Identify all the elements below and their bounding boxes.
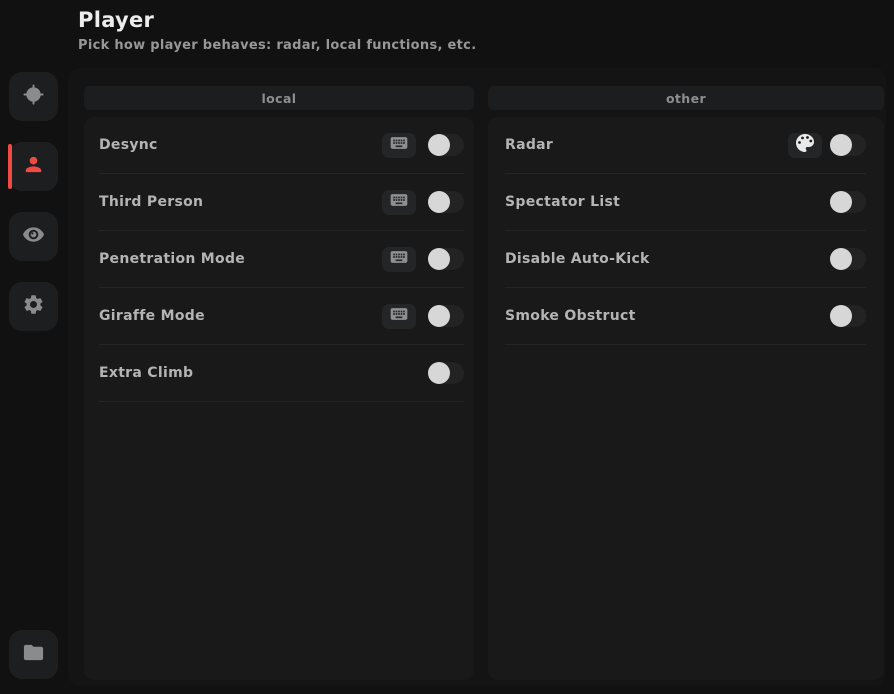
setting-label: Third Person <box>99 194 382 210</box>
toggle-knob <box>830 248 852 270</box>
crosshair-icon <box>22 83 45 110</box>
setting-label: Smoke Obstruct <box>505 308 830 324</box>
sidebar-item-visuals[interactable] <box>9 212 58 261</box>
toggle-knob <box>428 362 450 384</box>
folder-icon <box>22 641 45 668</box>
active-tab-indicator <box>8 144 12 189</box>
toggle-knob <box>830 134 852 156</box>
setting-label: Desync <box>99 137 382 153</box>
setting-label: Giraffe Mode <box>99 308 382 324</box>
keyboard-icon <box>389 304 409 328</box>
keyboard-icon <box>389 190 409 214</box>
setting-label: Extra Climb <box>99 365 428 381</box>
setting-row-extra-climb[interactable]: Extra Climb <box>99 345 464 402</box>
group-header-local: local <box>84 86 474 110</box>
setting-row-smoke-obstruct[interactable]: Smoke Obstruct <box>505 288 866 345</box>
setting-row-third-person[interactable]: Third Person <box>99 174 464 231</box>
sidebar <box>0 0 68 694</box>
page-subtitle: Pick how player behaves: radar, local fu… <box>78 38 476 53</box>
palette-icon <box>793 131 817 159</box>
keyboard-icon <box>389 133 409 157</box>
toggle-switch[interactable] <box>830 248 866 270</box>
toggle-knob <box>830 305 852 327</box>
color-picker-button[interactable] <box>788 133 822 158</box>
setting-row-spectator-list[interactable]: Spectator List <box>505 174 866 231</box>
setting-label: Spectator List <box>505 194 830 210</box>
toggle-switch[interactable] <box>428 305 464 327</box>
setting-label: Disable Auto-Kick <box>505 251 830 267</box>
toggle-knob <box>428 134 450 156</box>
toggle-switch[interactable] <box>428 134 464 156</box>
hotkey-button[interactable] <box>382 247 416 272</box>
gear-icon <box>22 293 45 320</box>
toggle-switch[interactable] <box>830 191 866 213</box>
group-header-other: other <box>488 86 884 110</box>
toggle-switch[interactable] <box>830 134 866 156</box>
toggle-knob <box>830 191 852 213</box>
setting-row-giraffe-mode[interactable]: Giraffe Mode <box>99 288 464 345</box>
person-icon <box>22 153 45 180</box>
hotkey-button[interactable] <box>382 304 416 329</box>
sidebar-item-crosshair[interactable] <box>9 72 58 121</box>
panel-local: Desync Third Person Penetration Mode Gir… <box>84 117 474 680</box>
toggle-switch[interactable] <box>830 305 866 327</box>
setting-row-penetration-mode[interactable]: Penetration Mode <box>99 231 464 288</box>
toggle-knob <box>428 191 450 213</box>
group-title: other <box>666 91 706 106</box>
group-title: local <box>261 91 296 106</box>
toggle-knob <box>428 305 450 327</box>
page-title: Player <box>78 8 154 32</box>
panel-other: Radar Spectator List Disable Auto-Kick S… <box>488 117 884 680</box>
sidebar-item-player[interactable] <box>9 142 58 191</box>
setting-label: Radar <box>505 137 788 153</box>
setting-row-disable-auto-kick[interactable]: Disable Auto-Kick <box>505 231 866 288</box>
toggle-switch[interactable] <box>428 248 464 270</box>
sidebar-item-configs[interactable] <box>9 630 58 679</box>
sidebar-item-settings[interactable] <box>9 282 58 331</box>
setting-row-desync[interactable]: Desync <box>99 117 464 174</box>
toggle-knob <box>428 248 450 270</box>
setting-label: Penetration Mode <box>99 251 382 267</box>
hotkey-button[interactable] <box>382 133 416 158</box>
eye-icon <box>22 223 45 250</box>
toggle-switch[interactable] <box>428 191 464 213</box>
keyboard-icon <box>389 247 409 271</box>
setting-row-radar[interactable]: Radar <box>505 117 866 174</box>
toggle-switch[interactable] <box>428 362 464 384</box>
hotkey-button[interactable] <box>382 190 416 215</box>
